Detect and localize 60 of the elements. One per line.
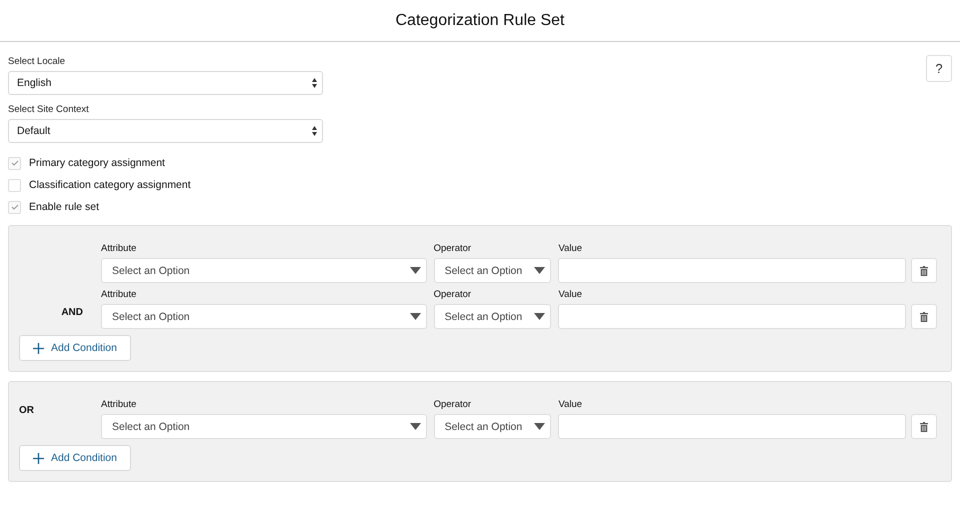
checkbox[interactable]	[8, 156, 21, 170]
caret-icon	[410, 313, 421, 320]
dropdown-placeholder: Select an Option	[444, 264, 522, 276]
select-field[interactable]: English	[8, 71, 323, 95]
add-condition-button[interactable]: Add Condition	[19, 335, 131, 361]
select-value: Default	[17, 125, 50, 137]
help-button[interactable]: ?	[926, 55, 952, 82]
value-input[interactable]	[558, 304, 906, 329]
dropdown-placeholder: Select an Option	[112, 420, 190, 432]
group-connector: OR	[19, 405, 34, 416]
add-condition-button[interactable]: Add Condition	[19, 445, 131, 471]
caret-icon	[410, 423, 421, 430]
trash-icon	[920, 312, 928, 322]
field-label: Operator	[434, 289, 472, 301]
condition-connector: AND	[61, 307, 83, 318]
field-label: Operator	[434, 243, 472, 255]
trash-icon	[920, 266, 928, 276]
value-input[interactable]	[558, 258, 906, 283]
dropdown-placeholder: Select an Option	[444, 420, 522, 432]
field-label: Value	[558, 399, 584, 411]
up-down-arrows-icon	[312, 126, 317, 136]
field-label: Attribute	[101, 289, 138, 301]
dropdown-placeholder: Select an Option	[444, 310, 522, 322]
delete-button[interactable]	[911, 258, 937, 283]
checkmark-icon	[10, 160, 18, 166]
dropdown-placeholder: Select an Option	[112, 264, 190, 276]
delete-button[interactable]	[911, 304, 937, 329]
checkbox-label: Classification category assignment	[29, 179, 191, 191]
field-label: Attribute	[101, 243, 138, 255]
up-down-arrows-icon	[312, 78, 317, 88]
operator-dropdown[interactable]: Select an Option	[434, 304, 552, 329]
operator-dropdown[interactable]: Select an Option	[434, 258, 552, 283]
checkbox[interactable]	[8, 178, 21, 192]
plus-icon	[33, 452, 44, 464]
attribute-dropdown[interactable]: Select an Option	[101, 414, 427, 439]
field-label: Operator	[434, 399, 472, 411]
value-input[interactable]	[558, 414, 906, 439]
caret-icon	[534, 267, 546, 274]
plus-icon	[33, 342, 44, 354]
attribute-dropdown[interactable]: Select an Option	[101, 258, 427, 283]
caret-icon	[410, 267, 421, 274]
select-field[interactable]: Default	[8, 119, 323, 143]
checkbox-label: Enable rule set	[29, 201, 100, 213]
checkbox-label: Primary category assignment	[29, 157, 165, 169]
attribute-dropdown[interactable]: Select an Option	[101, 304, 427, 329]
trash-icon	[920, 422, 928, 432]
delete-button[interactable]	[911, 414, 937, 439]
checkmark-icon	[10, 204, 18, 210]
caret-icon	[534, 313, 546, 320]
field-label: Select Site Context	[8, 104, 90, 116]
field-label: Attribute	[101, 399, 138, 411]
caret-icon	[534, 423, 546, 430]
select-value: English	[17, 77, 52, 89]
dropdown-placeholder: Select an Option	[112, 310, 190, 322]
field-label: Select Locale	[8, 56, 66, 68]
field-label: Value	[558, 243, 584, 255]
operator-dropdown[interactable]: Select an Option	[434, 414, 552, 439]
window-title: Categorization Rule Set	[396, 12, 564, 30]
field-label: Value	[558, 289, 584, 301]
checkbox[interactable]	[8, 200, 21, 214]
